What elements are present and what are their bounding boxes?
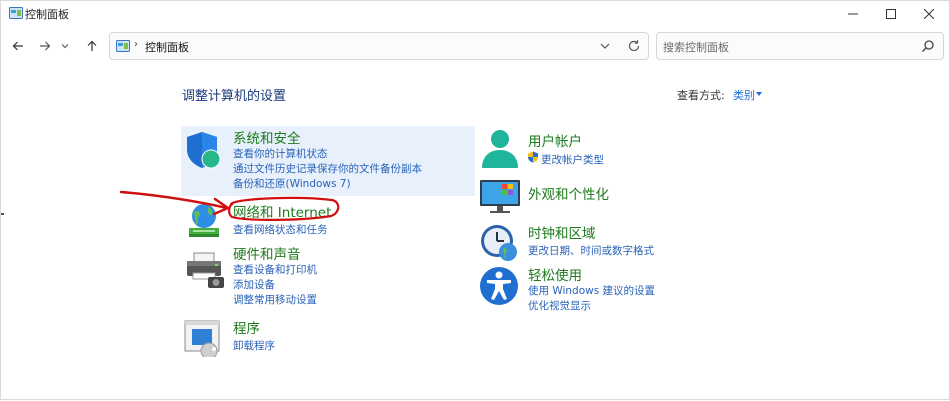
link-view-computer-status[interactable]: 查看你的计算机状态 bbox=[233, 146, 328, 161]
uac-shield-icon bbox=[528, 151, 538, 163]
control-panel-icon bbox=[116, 40, 130, 52]
link-mobility-settings[interactable]: 调整常用移动设置 bbox=[233, 292, 317, 307]
ease-access-title[interactable]: 轻松使用 bbox=[528, 264, 582, 284]
refresh-icon[interactable] bbox=[626, 38, 642, 54]
shield-icon[interactable] bbox=[185, 130, 223, 170]
link-change-account-type[interactable]: 更改帐户类型 bbox=[541, 152, 604, 167]
programs-icon[interactable] bbox=[183, 319, 225, 357]
arrow-up-icon bbox=[87, 40, 97, 51]
breadcrumb-chevron-icon[interactable]: › bbox=[134, 39, 138, 50]
network-title[interactable]: 网络和 Internet bbox=[233, 201, 331, 221]
link-backup-restore[interactable]: 备份和还原(Windows 7) bbox=[233, 176, 351, 191]
network-globe-icon[interactable] bbox=[184, 201, 224, 241]
link-optimize-visual-display[interactable]: 优化视觉显示 bbox=[528, 298, 591, 313]
up-button[interactable] bbox=[81, 35, 103, 57]
chevron-down-icon bbox=[61, 44, 69, 49]
window-edge-mark bbox=[1, 213, 4, 215]
user-account-icon[interactable] bbox=[479, 128, 521, 170]
arrow-right-icon bbox=[40, 41, 51, 51]
view-by-label: 查看方式: bbox=[677, 89, 725, 102]
title-bar: 控制面板 bbox=[1, 1, 949, 27]
system-security-title[interactable]: 系统和安全 bbox=[233, 127, 301, 147]
monitor-personalization-icon[interactable] bbox=[478, 178, 522, 214]
programs-title[interactable]: 程序 bbox=[233, 317, 260, 337]
link-uninstall-program[interactable]: 卸载程序 bbox=[233, 338, 275, 353]
navigation-bar: › 控制面板 bbox=[1, 27, 949, 67]
search-icon[interactable] bbox=[921, 39, 935, 53]
search-input[interactable] bbox=[661, 36, 905, 58]
link-change-date-time[interactable]: 更改日期、时间或数字格式 bbox=[528, 243, 654, 258]
accessibility-icon[interactable] bbox=[478, 265, 520, 307]
clock-region-title[interactable]: 时钟和区域 bbox=[528, 222, 596, 242]
link-add-device[interactable]: 添加设备 bbox=[233, 277, 275, 292]
hardware-title[interactable]: 硬件和声音 bbox=[233, 243, 301, 263]
clock-globe-icon[interactable] bbox=[478, 222, 520, 264]
back-button[interactable] bbox=[7, 35, 29, 57]
control-panel-icon bbox=[9, 7, 23, 19]
recent-locations-button[interactable] bbox=[57, 35, 73, 57]
link-devices-printers[interactable]: 查看设备和打印机 bbox=[233, 262, 317, 277]
breadcrumb-control-panel[interactable]: 控制面板 bbox=[145, 39, 189, 55]
address-bar[interactable]: › 控制面板 bbox=[109, 32, 649, 60]
window-title: 控制面板 bbox=[25, 8, 69, 21]
view-by-dropdown[interactable]: 类别 bbox=[733, 87, 755, 103]
page-title: 调整计算机的设置 bbox=[182, 89, 287, 104]
maximize-icon bbox=[886, 9, 896, 19]
control-panel-window: 控制面板 › 控制面板 搜索控制面板 调整计算机的设置 查看方式: 类别 系统和… bbox=[0, 0, 950, 400]
close-button[interactable] bbox=[906, 1, 950, 27]
user-accounts-title[interactable]: 用户帐户 bbox=[528, 130, 582, 150]
dropdown-arrow-icon[interactable] bbox=[756, 92, 762, 96]
close-icon bbox=[924, 9, 934, 19]
forward-button[interactable] bbox=[34, 35, 56, 57]
printer-icon[interactable] bbox=[184, 251, 226, 289]
link-windows-recommended-settings[interactable]: 使用 Windows 建议的设置 bbox=[528, 283, 655, 298]
arrow-left-icon bbox=[12, 41, 23, 51]
appearance-title[interactable]: 外观和个性化 bbox=[528, 183, 609, 203]
link-file-history-backup[interactable]: 通过文件历史记录保存你的文件备份副本 bbox=[233, 161, 422, 176]
minimize-icon bbox=[848, 13, 858, 15]
chevron-down-icon[interactable] bbox=[598, 39, 612, 53]
search-box[interactable] bbox=[656, 32, 944, 60]
link-network-status-tasks[interactable]: 查看网络状态和任务 bbox=[233, 222, 328, 237]
